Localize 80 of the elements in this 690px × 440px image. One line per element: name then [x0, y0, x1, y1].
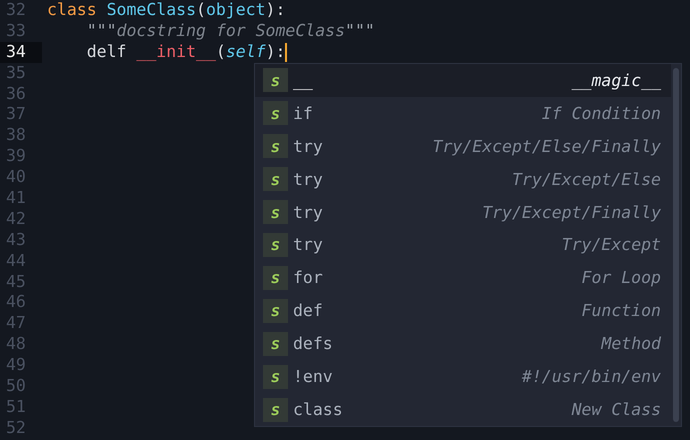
line-number: 52: [6, 418, 26, 439]
line-number: 49: [6, 355, 26, 376]
scrollbar-thumb[interactable]: [673, 68, 679, 422]
completion-description: Try/Except/Else: [512, 170, 661, 189]
completion-description: If Condition: [542, 104, 661, 123]
completion-description: For Loop: [582, 268, 661, 288]
code-token: docstring for SomeClass: [116, 20, 346, 42]
completion-description: Try/Except/Finally: [482, 202, 661, 222]
completion-description: __magic__: [572, 70, 661, 90]
snippet-badge: s: [263, 298, 288, 323]
code-token: self: [226, 42, 266, 63]
snippet-badge: s: [263, 232, 288, 257]
completion-description: #!/usr/bin/env: [522, 367, 661, 386]
code-token: """: [86, 20, 117, 42]
completion-description: Try/Except/Else/Finally: [432, 136, 661, 156]
snippet-badge: s: [263, 134, 288, 158]
snippet-badge: s: [263, 364, 288, 389]
completion-trigger: !env: [293, 367, 333, 386]
line-number: 45: [6, 272, 26, 292]
completion-item[interactable]: s try Try/Except/Finally: [255, 196, 671, 229]
line-number: 41: [6, 188, 26, 209]
completion-item[interactable]: s class New Class: [255, 393, 671, 426]
completion-item[interactable]: s !env #!/usr/bin/env: [255, 360, 671, 394]
completion-item[interactable]: s defs Method: [255, 327, 671, 360]
line-number: 44: [6, 250, 26, 272]
completion-trigger: def: [293, 301, 323, 320]
completion-item[interactable]: s def Function: [255, 294, 671, 328]
completion-trigger: try: [293, 202, 323, 222]
text-cursor: [285, 42, 288, 62]
snippet-badge: s: [263, 332, 288, 356]
line-number: 35: [6, 62, 26, 84]
snippet-badge: s: [263, 167, 288, 192]
completion-description: Function: [582, 301, 661, 320]
code-token: class: [47, 0, 97, 21]
line-number: 32: [6, 0, 26, 21]
completion-item[interactable]: s for For Loop: [255, 261, 671, 294]
line-number: 40: [6, 167, 26, 188]
line-number: 43: [6, 230, 26, 251]
code-token: """: [345, 20, 375, 42]
snippet-badge: s: [263, 101, 288, 126]
line-number: 50: [6, 376, 26, 397]
code-token: delf: [86, 42, 126, 63]
code-token: object: [206, 0, 266, 21]
completion-description: Try/Except: [562, 235, 661, 254]
completion-item[interactable]: s try Try/Except/Else/Finally: [255, 130, 671, 163]
completion-trigger: defs: [293, 334, 333, 354]
code-token: (: [216, 42, 226, 63]
line-number: 47: [6, 313, 26, 334]
completion-trigger: class: [293, 400, 343, 420]
snippet-badge: s: [263, 266, 288, 290]
completion-trigger: try: [293, 170, 323, 189]
completion-trigger: try: [293, 136, 323, 156]
line-number: 33: [6, 20, 26, 42]
completion-trigger: __: [293, 70, 313, 90]
code-token: ):: [266, 0, 286, 21]
line-number: 46: [6, 292, 26, 314]
completion-item[interactable]: s try Try/Except: [255, 228, 671, 262]
snippet-badge: s: [263, 398, 288, 422]
completion-item[interactable]: s if If Condition: [255, 96, 671, 130]
code-token: __init__: [136, 42, 216, 63]
line-number: 42: [6, 208, 26, 230]
line-number: 38: [6, 125, 26, 146]
line-number: 37: [6, 104, 26, 126]
line-number: 51: [6, 396, 26, 418]
line-number: 39: [6, 146, 26, 168]
code-token: SomeClass: [106, 0, 196, 21]
completion-description: New Class: [572, 400, 661, 420]
completion-trigger: for: [293, 268, 323, 288]
completion-trigger: if: [293, 104, 313, 123]
snippet-badge: s: [263, 68, 288, 92]
line-number: 48: [6, 334, 26, 356]
line-number: 34: [6, 42, 26, 63]
completion-item[interactable]: s __ __magic__: [255, 64, 671, 97]
code-token: ):: [266, 42, 286, 63]
completion-trigger: try: [293, 235, 323, 254]
snippet-badge: s: [263, 200, 288, 224]
code-token: (: [196, 0, 206, 21]
completion-item[interactable]: s try Try/Except/Else: [255, 162, 671, 196]
line-number: 36: [6, 84, 26, 104]
completion-description: Method: [601, 334, 661, 354]
